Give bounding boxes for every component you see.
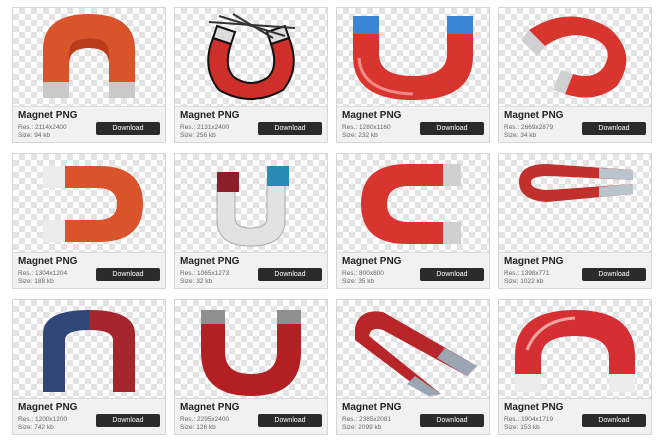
image-card[interactable]: Magnet PNG Res.: 1280x1160 Size: 232 kb … (336, 7, 490, 143)
download-button[interactable]: Download (420, 414, 484, 427)
download-button[interactable]: Download (258, 268, 322, 281)
card-resolution: Res.: 1200x1200 (18, 416, 68, 423)
red-blue-horseshoe-magnet-icon (353, 16, 473, 100)
red-tilted-magnet-icon (521, 16, 627, 98)
card-title: Magnet PNG (180, 402, 240, 413)
card-title: Magnet PNG (342, 110, 402, 121)
image-thumbnail[interactable] (337, 8, 489, 106)
card-resolution: Res.: 800x800 (342, 270, 384, 277)
download-button[interactable]: Download (420, 268, 484, 281)
card-title: Magnet PNG (18, 402, 78, 413)
card-size: Size: 34 kb (504, 132, 537, 139)
card-info: Magnet PNG Res.: 1398x771 Size: 1022 kb … (499, 252, 651, 288)
image-thumbnail[interactable] (337, 300, 489, 398)
image-card[interactable]: Magnet PNG Res.: 2295x2400 Size: 126 kb … (174, 299, 328, 435)
image-card[interactable]: Magnet PNG Res.: 1904x1719 Size: 153 kb … (498, 299, 652, 435)
card-info: Magnet PNG Res.: 2295x2400 Size: 126 kb … (175, 398, 327, 434)
card-info: Magnet PNG Res.: 1065x1273 Size: 32 kb D… (175, 252, 327, 288)
download-button[interactable]: Download (96, 122, 160, 135)
glossy-red-magnet-icon (515, 310, 635, 392)
image-card[interactable]: Magnet PNG Res.: 2114x2400 Size: 94 kb D… (12, 7, 166, 143)
image-card[interactable]: Magnet PNG Res.: 1200x1200 Size: 742 kb … (12, 299, 166, 435)
image-thumbnail[interactable] (175, 154, 327, 252)
image-thumbnail[interactable] (499, 8, 651, 106)
card-resolution: Res.: 1065x1273 (180, 270, 230, 277)
download-button[interactable]: Download (582, 268, 646, 281)
image-thumbnail[interactable] (499, 300, 651, 398)
card-info: Magnet PNG Res.: 1304x1204 Size: 188 kb … (13, 252, 165, 288)
download-button[interactable]: Download (582, 122, 646, 135)
card-info: Magnet PNG Res.: 2114x2400 Size: 94 kb D… (13, 106, 165, 142)
image-thumbnail[interactable] (175, 300, 327, 398)
image-card[interactable]: Magnet PNG Res.: 2385x2081 Size: 2099 kb… (336, 299, 490, 435)
image-card[interactable]: Magnet PNG Res.: 800x800 Size: 35 kb Dow… (336, 153, 490, 289)
image-thumbnail[interactable] (13, 154, 165, 252)
card-title: Magnet PNG (18, 256, 78, 267)
card-resolution: Res.: 2131x2400 (180, 124, 230, 131)
image-thumbnail[interactable] (13, 300, 165, 398)
card-resolution: Res.: 2114x2400 (18, 124, 67, 131)
card-size: Size: 742 kb (18, 424, 54, 431)
card-title: Magnet PNG (180, 110, 240, 121)
card-size: Size: 32 kb (180, 278, 213, 285)
card-size: Size: 2099 kb (342, 424, 382, 431)
download-button[interactable]: Download (420, 122, 484, 135)
image-card[interactable]: Magnet PNG Res.: 1398x771 Size: 1022 kb … (498, 153, 652, 289)
orange-sideways-magnet-icon (43, 166, 143, 242)
image-thumbnail[interactable] (499, 154, 651, 252)
card-size: Size: 126 kb (180, 424, 216, 431)
card-info: Magnet PNG Res.: 2669x2879 Size: 34 kb D… (499, 106, 651, 142)
blue-red-magnet-icon (43, 310, 135, 392)
thin-sideways-magnet-icon (519, 164, 633, 202)
card-size: Size: 232 kb (342, 132, 378, 139)
card-resolution: Res.: 1904x1719 (504, 416, 554, 423)
card-info: Magnet PNG Res.: 1200x1200 Size: 742 kb … (13, 398, 165, 434)
card-info: Magnet PNG Res.: 1280x1160 Size: 232 kb … (337, 106, 489, 142)
download-button[interactable]: Download (258, 122, 322, 135)
cartoon-magnet-with-nails-icon (207, 13, 296, 100)
card-title: Magnet PNG (342, 256, 402, 267)
image-thumbnail[interactable] (337, 154, 489, 252)
image-card[interactable]: Magnet PNG Res.: 1065x1273 Size: 32 kb D… (174, 153, 328, 289)
download-button[interactable]: Download (96, 268, 160, 281)
card-size: Size: 153 kb (504, 424, 540, 431)
gray-magnet-red-blue-ends-icon (216, 166, 289, 247)
card-resolution: Res.: 1280x1160 (342, 124, 391, 131)
download-button[interactable]: Download (258, 414, 322, 427)
card-size: Size: 35 kb (342, 278, 375, 285)
card-resolution: Res.: 1304x1204 (18, 270, 68, 277)
card-size: Size: 1022 kb (504, 278, 544, 285)
image-card[interactable]: Magnet PNG Res.: 1304x1204 Size: 188 kb … (12, 153, 166, 289)
image-thumbnail[interactable] (13, 8, 165, 106)
card-title: Magnet PNG (180, 256, 240, 267)
card-resolution: Res.: 1398x771 (504, 270, 550, 277)
card-title: Magnet PNG (342, 402, 402, 413)
image-thumbnail[interactable] (175, 8, 327, 106)
image-card[interactable]: Magnet PNG Res.: 2131x2400 Size: 256 kb … (174, 7, 328, 143)
red-sideways-magnet-icon (361, 164, 461, 244)
card-resolution: Res.: 2385x2081 (342, 416, 392, 423)
download-button[interactable]: Download (582, 414, 646, 427)
card-info: Magnet PNG Res.: 800x800 Size: 35 kb Dow… (337, 252, 489, 288)
card-title: Magnet PNG (504, 110, 564, 121)
download-button[interactable]: Download (96, 414, 160, 427)
card-info: Magnet PNG Res.: 1904x1719 Size: 153 kb … (499, 398, 651, 434)
card-resolution: Res.: 2669x2879 (504, 124, 554, 131)
card-resolution: Res.: 2295x2400 (180, 416, 230, 423)
card-info: Magnet PNG Res.: 2131x2400 Size: 256 kb … (175, 106, 327, 142)
card-info: Magnet PNG Res.: 2385x2081 Size: 2099 kb… (337, 398, 489, 434)
card-title: Magnet PNG (504, 256, 564, 267)
dark-red-magnet-icon (201, 310, 301, 396)
card-title: Magnet PNG (504, 402, 564, 413)
orange-horseshoe-magnet-icon (43, 14, 135, 98)
card-size: Size: 256 kb (180, 132, 216, 139)
image-card[interactable]: Magnet PNG Res.: 2669x2879 Size: 34 kb D… (498, 7, 652, 143)
card-title: Magnet PNG (18, 110, 78, 121)
card-size: Size: 94 kb (18, 132, 51, 139)
card-size: Size: 188 kb (18, 278, 54, 285)
diagonal-red-magnet-icon (355, 311, 477, 396)
